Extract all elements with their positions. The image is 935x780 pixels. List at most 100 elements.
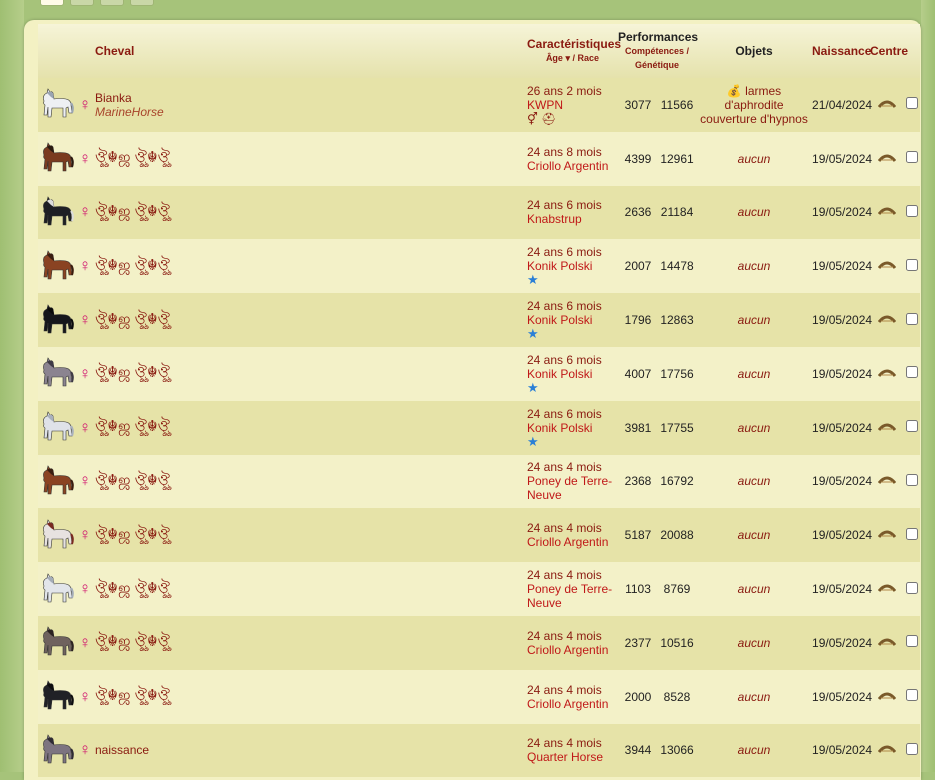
row-checkbox[interactable] (906, 635, 919, 648)
sort-age-link[interactable]: Âge (546, 53, 563, 63)
horseshoe-icon[interactable] (877, 475, 897, 485)
birth-date: 19/05/2024 (812, 528, 873, 543)
horse-thumbnail[interactable] (38, 347, 75, 401)
col-naissance[interactable]: Naissance (812, 24, 871, 78)
horse-name-link[interactable]: ঔৣ☬ஜ ঔৣ☬ঔৣ (95, 257, 170, 274)
genetique-value: 11566 (660, 97, 694, 112)
objects-value: aucun (737, 743, 771, 758)
centre-cell[interactable] (870, 293, 904, 347)
centre-cell[interactable] (870, 132, 904, 186)
horseshoe-icon[interactable] (877, 422, 897, 432)
row-checkbox[interactable] (906, 420, 919, 433)
table-row: ♀ ঔৣ☬ஜ ঔৣ☬ঔৣ 24 ans 4 mois Poney de Terre-N… (38, 454, 921, 509)
birth-date: 19/05/2024 (812, 366, 873, 381)
row-checkbox[interactable] (906, 151, 919, 164)
horse-thumbnail[interactable] (38, 508, 75, 562)
horse-age: 24 ans 4 mois (527, 568, 602, 583)
row-checkbox[interactable] (906, 366, 919, 379)
horse-race: Konik Polski (527, 259, 593, 274)
centre-cell[interactable] (870, 78, 904, 132)
horse-thumbnail[interactable] (38, 724, 75, 778)
birth-date: 19/05/2024 (812, 743, 873, 758)
objects-value: aucun (737, 420, 771, 435)
horseshoe-icon[interactable] (877, 206, 897, 216)
horse-name-link[interactable]: Bianka (95, 91, 132, 105)
horse-thumbnail[interactable] (38, 186, 75, 240)
horse-name-link[interactable]: ঔৣ☬ஜ ঔৣ☬ঔৣ (95, 580, 170, 597)
centre-cell[interactable] (870, 347, 904, 401)
objects-value: aucun (737, 151, 771, 166)
row-checkbox[interactable] (906, 204, 919, 217)
horse-thumbnail[interactable] (38, 455, 75, 509)
horseshoe-icon[interactable] (877, 744, 897, 754)
horse-name-link[interactable]: ঔৣ☬ஜ ঔৣ☬ঔৣ (95, 687, 170, 704)
female-icon: ♀ (78, 94, 92, 114)
centre-cell[interactable] (870, 724, 904, 778)
horseshoe-icon[interactable] (877, 99, 897, 109)
horse-age: 26 ans 2 mois (527, 83, 602, 98)
centre-cell[interactable] (870, 401, 904, 455)
centre-cell[interactable] (870, 508, 904, 562)
horseshoe-icon[interactable] (877, 583, 897, 593)
objects-value: 💰 larmes d'aphrodite couverture d'hypnos (700, 83, 808, 126)
horseshoe-icon[interactable] (877, 529, 897, 539)
table-row: ♀ ঔৣ☬ஜ ঔৣ☬ঔৣ 24 ans 4 mois Criollo Argentin… (38, 615, 921, 670)
row-checkbox[interactable] (906, 742, 919, 755)
horse-thumbnail[interactable] (38, 401, 75, 455)
objects-value: aucun (737, 689, 771, 704)
sort-arrow-icon[interactable]: ▾ (565, 53, 570, 63)
row-checkbox[interactable] (906, 527, 919, 540)
sep: / (686, 46, 690, 56)
col-centre[interactable]: Centre (870, 24, 920, 78)
centre-cell[interactable] (870, 562, 904, 616)
page-button-current[interactable] (40, 0, 64, 6)
horse-name-link[interactable]: ঔৣ☬ஜ ঔৣ☬ঔৣ (95, 311, 170, 328)
horse-name-link[interactable]: ঔৣ☬ஜ ঔৣ☬ঔৣ (95, 203, 170, 220)
horse-thumbnail[interactable] (38, 132, 75, 186)
row-checkbox[interactable] (906, 258, 919, 271)
page-button[interactable] (70, 0, 94, 6)
horseshoe-icon[interactable] (877, 153, 897, 163)
horse-race: Quarter Horse (527, 750, 604, 765)
centre-cell[interactable] (870, 670, 904, 724)
horse-name-link[interactable]: naissance (95, 743, 149, 757)
competences-value: 2368 (624, 474, 652, 489)
sort-race-link[interactable]: Race (578, 53, 600, 63)
horseshoe-icon[interactable] (877, 691, 897, 701)
centre-cell[interactable] (870, 239, 904, 293)
objects-value: aucun (737, 635, 771, 650)
horseshoe-icon[interactable] (877, 368, 897, 378)
page-button[interactable] (100, 0, 124, 6)
centre-cell[interactable] (870, 616, 904, 670)
sort-competences-link[interactable]: Compétences (625, 46, 684, 56)
horse-name-link[interactable]: ঔৣ☬ஜ ঔৣ☬ঔৣ (95, 472, 170, 489)
female-icon: ♀ (78, 202, 92, 222)
horse-thumbnail[interactable] (38, 670, 75, 724)
row-checkbox[interactable] (906, 97, 919, 110)
horse-name-link[interactable]: ঔৣ☬ஜ ঔৣ☬ঔৣ (95, 418, 170, 435)
competences-value: 1796 (624, 313, 652, 328)
horse-name-link[interactable]: ঔৣ☬ஜ ঔৣ☬ঔৣ (95, 633, 170, 650)
row-checkbox[interactable] (906, 312, 919, 325)
status-icons: ⚥ ⛑ (527, 111, 557, 126)
horseshoe-icon[interactable] (877, 314, 897, 324)
horse-name-link[interactable]: ঔৣ☬ஜ ঔৣ☬ঔৣ (95, 526, 170, 543)
col-cheval[interactable]: Cheval (95, 24, 527, 78)
horse-name-link[interactable]: ঔৣ☬ஜ ঔৣ☬ঔৣ (95, 364, 170, 381)
horse-thumbnail[interactable] (38, 293, 75, 347)
horse-thumbnail[interactable] (38, 239, 75, 293)
sort-genetique-link[interactable]: Génétique (618, 58, 696, 72)
horse-thumbnail[interactable] (38, 616, 75, 670)
female-icon: ♀ (78, 471, 92, 491)
centre-cell[interactable] (870, 455, 904, 509)
horse-thumbnail[interactable] (38, 562, 75, 616)
horseshoe-icon[interactable] (877, 637, 897, 647)
horse-name-link[interactable]: ঔৣ☬ஜ ঔৣ☬ঔৣ (95, 149, 170, 166)
row-checkbox[interactable] (906, 581, 919, 594)
page-button[interactable] (130, 0, 154, 6)
row-checkbox[interactable] (906, 473, 919, 486)
row-checkbox[interactable] (906, 689, 919, 702)
centre-cell[interactable] (870, 186, 904, 240)
horse-thumbnail[interactable] (38, 78, 75, 132)
horseshoe-icon[interactable] (877, 260, 897, 270)
